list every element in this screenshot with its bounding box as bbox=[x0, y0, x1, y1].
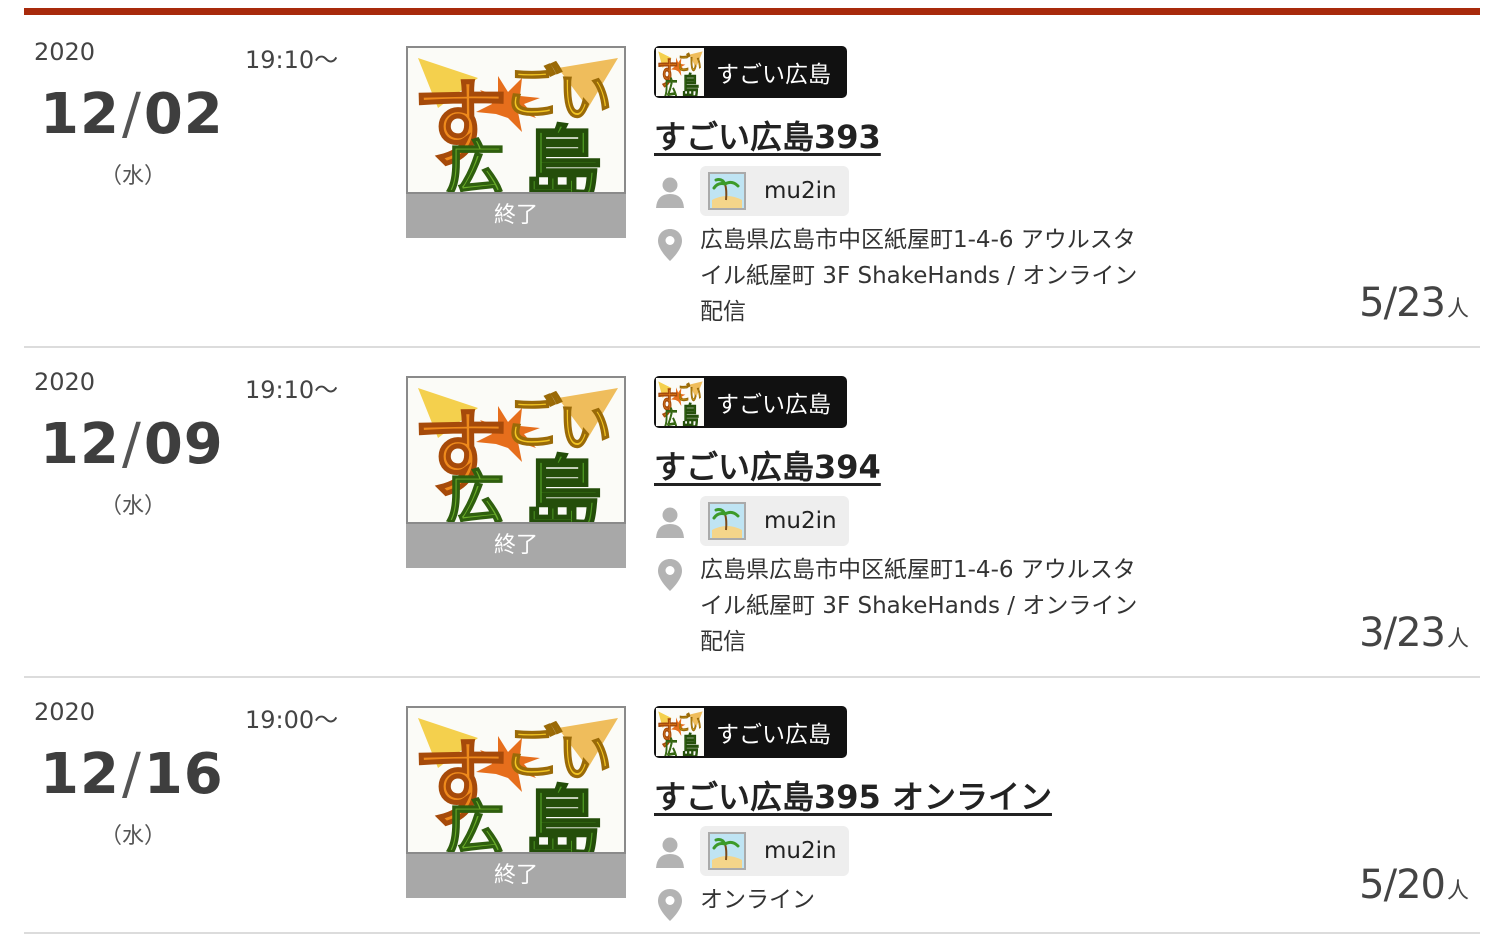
event-weekday: （水） bbox=[100, 494, 167, 519]
event-day: 16 bbox=[143, 742, 224, 807]
attendance-unit: 人 bbox=[1446, 297, 1469, 322]
attendance-count: 5/23人 bbox=[1359, 280, 1469, 326]
event-date: 12/02 bbox=[40, 82, 224, 147]
group-name: すごい広島 bbox=[716, 392, 831, 418]
event-month: 12 bbox=[40, 412, 120, 477]
event-day: 02 bbox=[143, 82, 224, 147]
attendance-value: 5/20 bbox=[1359, 862, 1446, 908]
island-avatar-icon bbox=[708, 172, 746, 210]
svg-text:ご: ご bbox=[504, 718, 562, 786]
svg-text:ご: ご bbox=[504, 388, 562, 456]
event-item: 2020 12/09 （水） 19:10〜 す ご い 広 島 終了 す ご い… bbox=[24, 346, 1480, 678]
attendance-value: 5/23 bbox=[1359, 280, 1446, 326]
svg-text:島: 島 bbox=[682, 732, 699, 756]
svg-text:島: 島 bbox=[682, 72, 699, 96]
group-name: すごい広島 bbox=[716, 722, 831, 748]
attendance-count: 5/20人 bbox=[1359, 862, 1469, 908]
svg-text:ご: ご bbox=[677, 52, 690, 74]
owner-chip[interactable]: mu2in bbox=[700, 826, 849, 876]
map-pin-icon bbox=[657, 888, 683, 922]
owner-name: mu2in bbox=[764, 178, 837, 204]
attendance-count: 3/23人 bbox=[1359, 610, 1469, 656]
svg-text:ご: ご bbox=[504, 58, 562, 126]
map-pin-icon bbox=[657, 228, 683, 262]
event-item: 2020 12/02 （水） 19:10〜 す ご い 広 島 終了 す ご い… bbox=[24, 16, 1480, 348]
group-logo: す ご い 広 島 bbox=[656, 378, 704, 426]
event-time: 19:10〜 bbox=[245, 46, 339, 74]
svg-text:島: 島 bbox=[524, 118, 602, 192]
event-venue: オンライン bbox=[700, 887, 815, 913]
event-time: 19:10〜 bbox=[245, 376, 339, 404]
map-pin-icon bbox=[657, 558, 683, 592]
event-year: 2020 bbox=[34, 368, 96, 396]
event-title-link[interactable]: すごい広島393 bbox=[654, 112, 881, 158]
event-title-link[interactable]: すごい広島394 bbox=[654, 442, 881, 488]
svg-text:島: 島 bbox=[524, 778, 602, 852]
event-status: 終了 bbox=[406, 524, 626, 568]
owner-name: mu2in bbox=[764, 508, 837, 534]
svg-text:広: 広 bbox=[446, 794, 504, 852]
group-badge[interactable]: す ご い 広 島 すごい広島 bbox=[654, 376, 847, 428]
group-name: すごい広島 bbox=[716, 62, 831, 88]
event-thumbnail[interactable]: す ご い 広 島 bbox=[406, 706, 626, 854]
accent-bar bbox=[24, 8, 1480, 15]
svg-text:広: 広 bbox=[664, 407, 677, 426]
group-logo: す ご い 広 島 bbox=[656, 708, 704, 756]
island-avatar-icon bbox=[708, 832, 746, 870]
event-year: 2020 bbox=[34, 38, 96, 66]
event-item: 2020 12/16 （水） 19:00〜 す ご い 広 島 終了 す ご い… bbox=[24, 676, 1480, 934]
event-month: 12 bbox=[40, 742, 120, 807]
user-icon bbox=[655, 506, 685, 538]
event-thumbnail[interactable]: す ご い 広 島 bbox=[406, 46, 626, 194]
group-badge[interactable]: す ご い 広 島 すごい広島 bbox=[654, 46, 847, 98]
event-day: 09 bbox=[143, 412, 224, 477]
event-weekday: （水） bbox=[100, 824, 167, 849]
svg-text:広: 広 bbox=[446, 464, 504, 522]
svg-text:ご: ご bbox=[677, 382, 690, 404]
owner-name: mu2in bbox=[764, 838, 837, 864]
event-date: 12/16 bbox=[40, 742, 224, 807]
event-date: 12/09 bbox=[40, 412, 224, 477]
svg-text:島: 島 bbox=[524, 448, 602, 522]
event-weekday: （水） bbox=[100, 164, 167, 189]
event-time: 19:00〜 bbox=[245, 706, 339, 734]
attendance-unit: 人 bbox=[1446, 627, 1469, 652]
event-venue: 広島県広島市中区紙屋町1-4-6 アウルスタイル紙屋町 3F ShakeHand… bbox=[700, 227, 1138, 325]
user-icon bbox=[655, 836, 685, 868]
event-year: 2020 bbox=[34, 698, 96, 726]
owner-chip[interactable]: mu2in bbox=[700, 496, 849, 546]
svg-text:広: 広 bbox=[664, 77, 677, 96]
event-status: 終了 bbox=[406, 194, 626, 238]
event-month: 12 bbox=[40, 82, 120, 147]
owner-chip[interactable]: mu2in bbox=[700, 166, 849, 216]
group-logo: す ご い 広 島 bbox=[656, 48, 704, 96]
island-avatar-icon bbox=[708, 502, 746, 540]
event-status: 終了 bbox=[406, 854, 626, 898]
svg-text:島: 島 bbox=[682, 402, 699, 426]
group-badge[interactable]: す ご い 広 島 すごい広島 bbox=[654, 706, 847, 758]
user-icon bbox=[655, 176, 685, 208]
attendance-unit: 人 bbox=[1446, 879, 1469, 904]
attendance-value: 3/23 bbox=[1359, 610, 1446, 656]
event-venue: 広島県広島市中区紙屋町1-4-6 アウルスタイル紙屋町 3F ShakeHand… bbox=[700, 557, 1138, 655]
svg-text:広: 広 bbox=[446, 134, 504, 192]
event-thumbnail[interactable]: す ご い 広 島 bbox=[406, 376, 626, 524]
svg-text:広: 広 bbox=[664, 737, 677, 756]
event-title-link[interactable]: すごい広島395 オンライン bbox=[654, 772, 1052, 818]
svg-text:ご: ご bbox=[677, 712, 690, 734]
